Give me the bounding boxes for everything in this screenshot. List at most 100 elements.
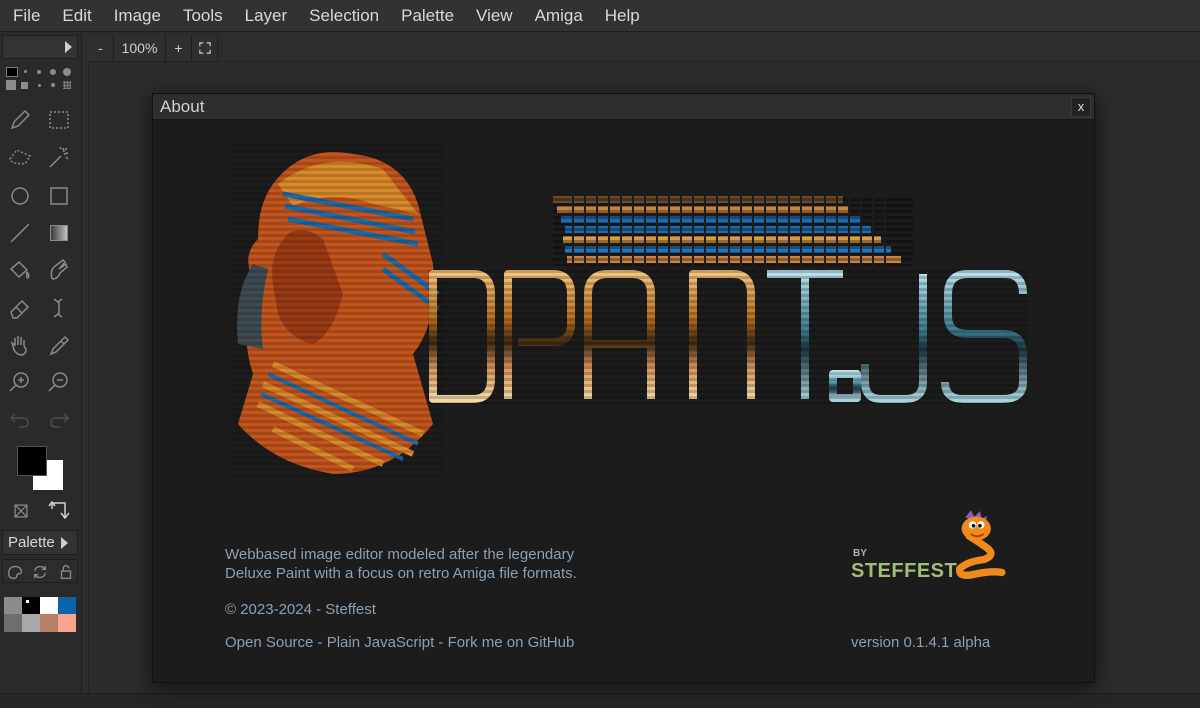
tool-flood-fill[interactable] [5,255,35,285]
eraser-icon [10,299,30,319]
lasso-select-icon [9,149,32,165]
zoom-in-button[interactable]: + [166,35,192,61]
line-icon [10,223,30,243]
brush-preset-spray[interactable] [63,81,71,89]
foreground-color-swatch[interactable] [17,446,47,476]
about-description-line1: Webbased image editor modeled after the … [225,546,575,563]
hand-icon [10,336,27,356]
palette-swatch[interactable] [58,614,76,632]
reset-colors-button[interactable] [6,496,36,526]
rectangle-icon [50,187,68,205]
menu-layer[interactable]: Layer [234,0,299,32]
tool-gradient[interactable] [44,218,74,248]
tool-eraser[interactable] [5,293,35,323]
palette-swatch[interactable] [22,597,40,614]
menu-help[interactable]: Help [594,0,651,32]
tool-text[interactable] [44,293,74,323]
palette-swatch[interactable] [40,597,58,614]
palette-swatch[interactable] [22,614,40,632]
menu-selection[interactable]: Selection [298,0,390,32]
gradient-icon [50,225,68,241]
zoom-out-button[interactable]: - [88,35,114,61]
circle-icon [11,187,29,205]
palette-swatch[interactable] [40,614,58,632]
brush-preset-dot[interactable] [51,83,55,87]
palette-panel-header[interactable]: Palette [2,530,78,555]
tool-lasso-select[interactable] [5,142,35,172]
zoom-level: 100% [114,35,166,61]
palette-grid [4,597,76,633]
pencil-icon [10,109,31,130]
undo-button[interactable] [5,405,35,435]
menu-view[interactable]: View [465,0,524,32]
menu-image[interactable]: Image [103,0,172,32]
swap-colors-icon [48,500,70,520]
tool-smudge[interactable] [44,255,74,285]
snake-mascot-icon [955,510,1006,579]
tool-eyedropper[interactable] [44,330,74,360]
reset-colors-icon [14,504,28,518]
zoom-out-icon [48,372,68,392]
brush-preset-square[interactable] [6,80,16,90]
pixel-mosaic-banner [553,194,913,268]
tool-sidebar: Palette [0,33,82,708]
menu-file[interactable]: File [2,0,51,32]
expand-arrow-icon [65,41,72,53]
expand-arrow-icon [61,537,68,549]
menu-edit[interactable]: Edit [51,0,102,32]
menu-tools[interactable]: Tools [172,0,234,32]
tool-rect-select[interactable] [44,105,74,135]
tool-pencil[interactable] [5,105,35,135]
palette-swatch[interactable] [4,614,22,632]
palette-edit-icon[interactable] [6,563,24,581]
about-github-links[interactable]: Open Source - Plain JavaScript - Fork me… [225,634,574,651]
palette-swatch[interactable] [58,597,76,614]
pharaoh-illustration [233,144,443,479]
swap-colors-button[interactable] [43,496,73,526]
about-version: version 0.1.4.1 alpha [851,634,991,651]
steffest-wordmark: STEFFEST [851,560,958,582]
undo-icon [9,413,29,428]
tool-hand[interactable] [5,330,35,360]
menu-bar: File Edit Image Tools Layer Selection Pa… [0,0,1200,32]
menu-palette[interactable]: Palette [390,0,465,32]
brush-preset-dot[interactable] [38,84,41,87]
steffest-logo[interactable]: BY STEFFEST [851,506,1021,586]
dpaint-wordmark [428,269,1028,404]
about-description: Webbased image editor modeled after the … [225,545,577,583]
palette-panel-label: Palette [8,534,55,551]
redo-button[interactable] [44,405,74,435]
tool-circle[interactable] [5,181,35,211]
brush-preset-dot[interactable] [37,70,41,74]
brush-preset-dot[interactable] [50,69,56,75]
palette-actions [2,559,78,583]
tool-line[interactable] [5,218,35,248]
brush-preset-small[interactable] [6,67,18,77]
tool-rectangle[interactable] [44,181,74,211]
zoom-fit-button[interactable] [192,35,218,61]
palette-cycle-icon[interactable] [31,563,49,581]
fullscreen-icon [198,42,211,54]
selected-color-marker [26,600,29,603]
palette-lock-icon[interactable] [57,563,75,581]
text-cursor-icon [53,298,63,318]
tool-zoom-in[interactable] [5,367,35,397]
zoom-in-icon [9,372,29,392]
about-dialog: About x Webbased image editor modeled af… [152,93,1095,683]
brush-presets [4,67,76,91]
status-bar [0,693,1200,708]
about-description-line2: Deluxe Paint with a focus on retro Amiga… [225,565,577,582]
brush-preset-dot[interactable] [63,68,71,76]
brush-preset-square[interactable] [21,82,28,89]
close-button[interactable]: x [1071,97,1091,117]
tool-magic-wand[interactable] [44,142,74,172]
redo-icon [50,413,70,428]
about-dialog-titlebar[interactable]: About x [153,94,1094,120]
menu-amiga[interactable]: Amiga [524,0,594,32]
brush-preset-dot[interactable] [24,70,27,73]
palette-swatch[interactable] [4,597,22,614]
toolbox-header[interactable] [2,35,78,59]
rect-select-icon [49,111,69,129]
paint-bucket-icon [9,260,30,279]
tool-zoom-out[interactable] [44,367,74,397]
